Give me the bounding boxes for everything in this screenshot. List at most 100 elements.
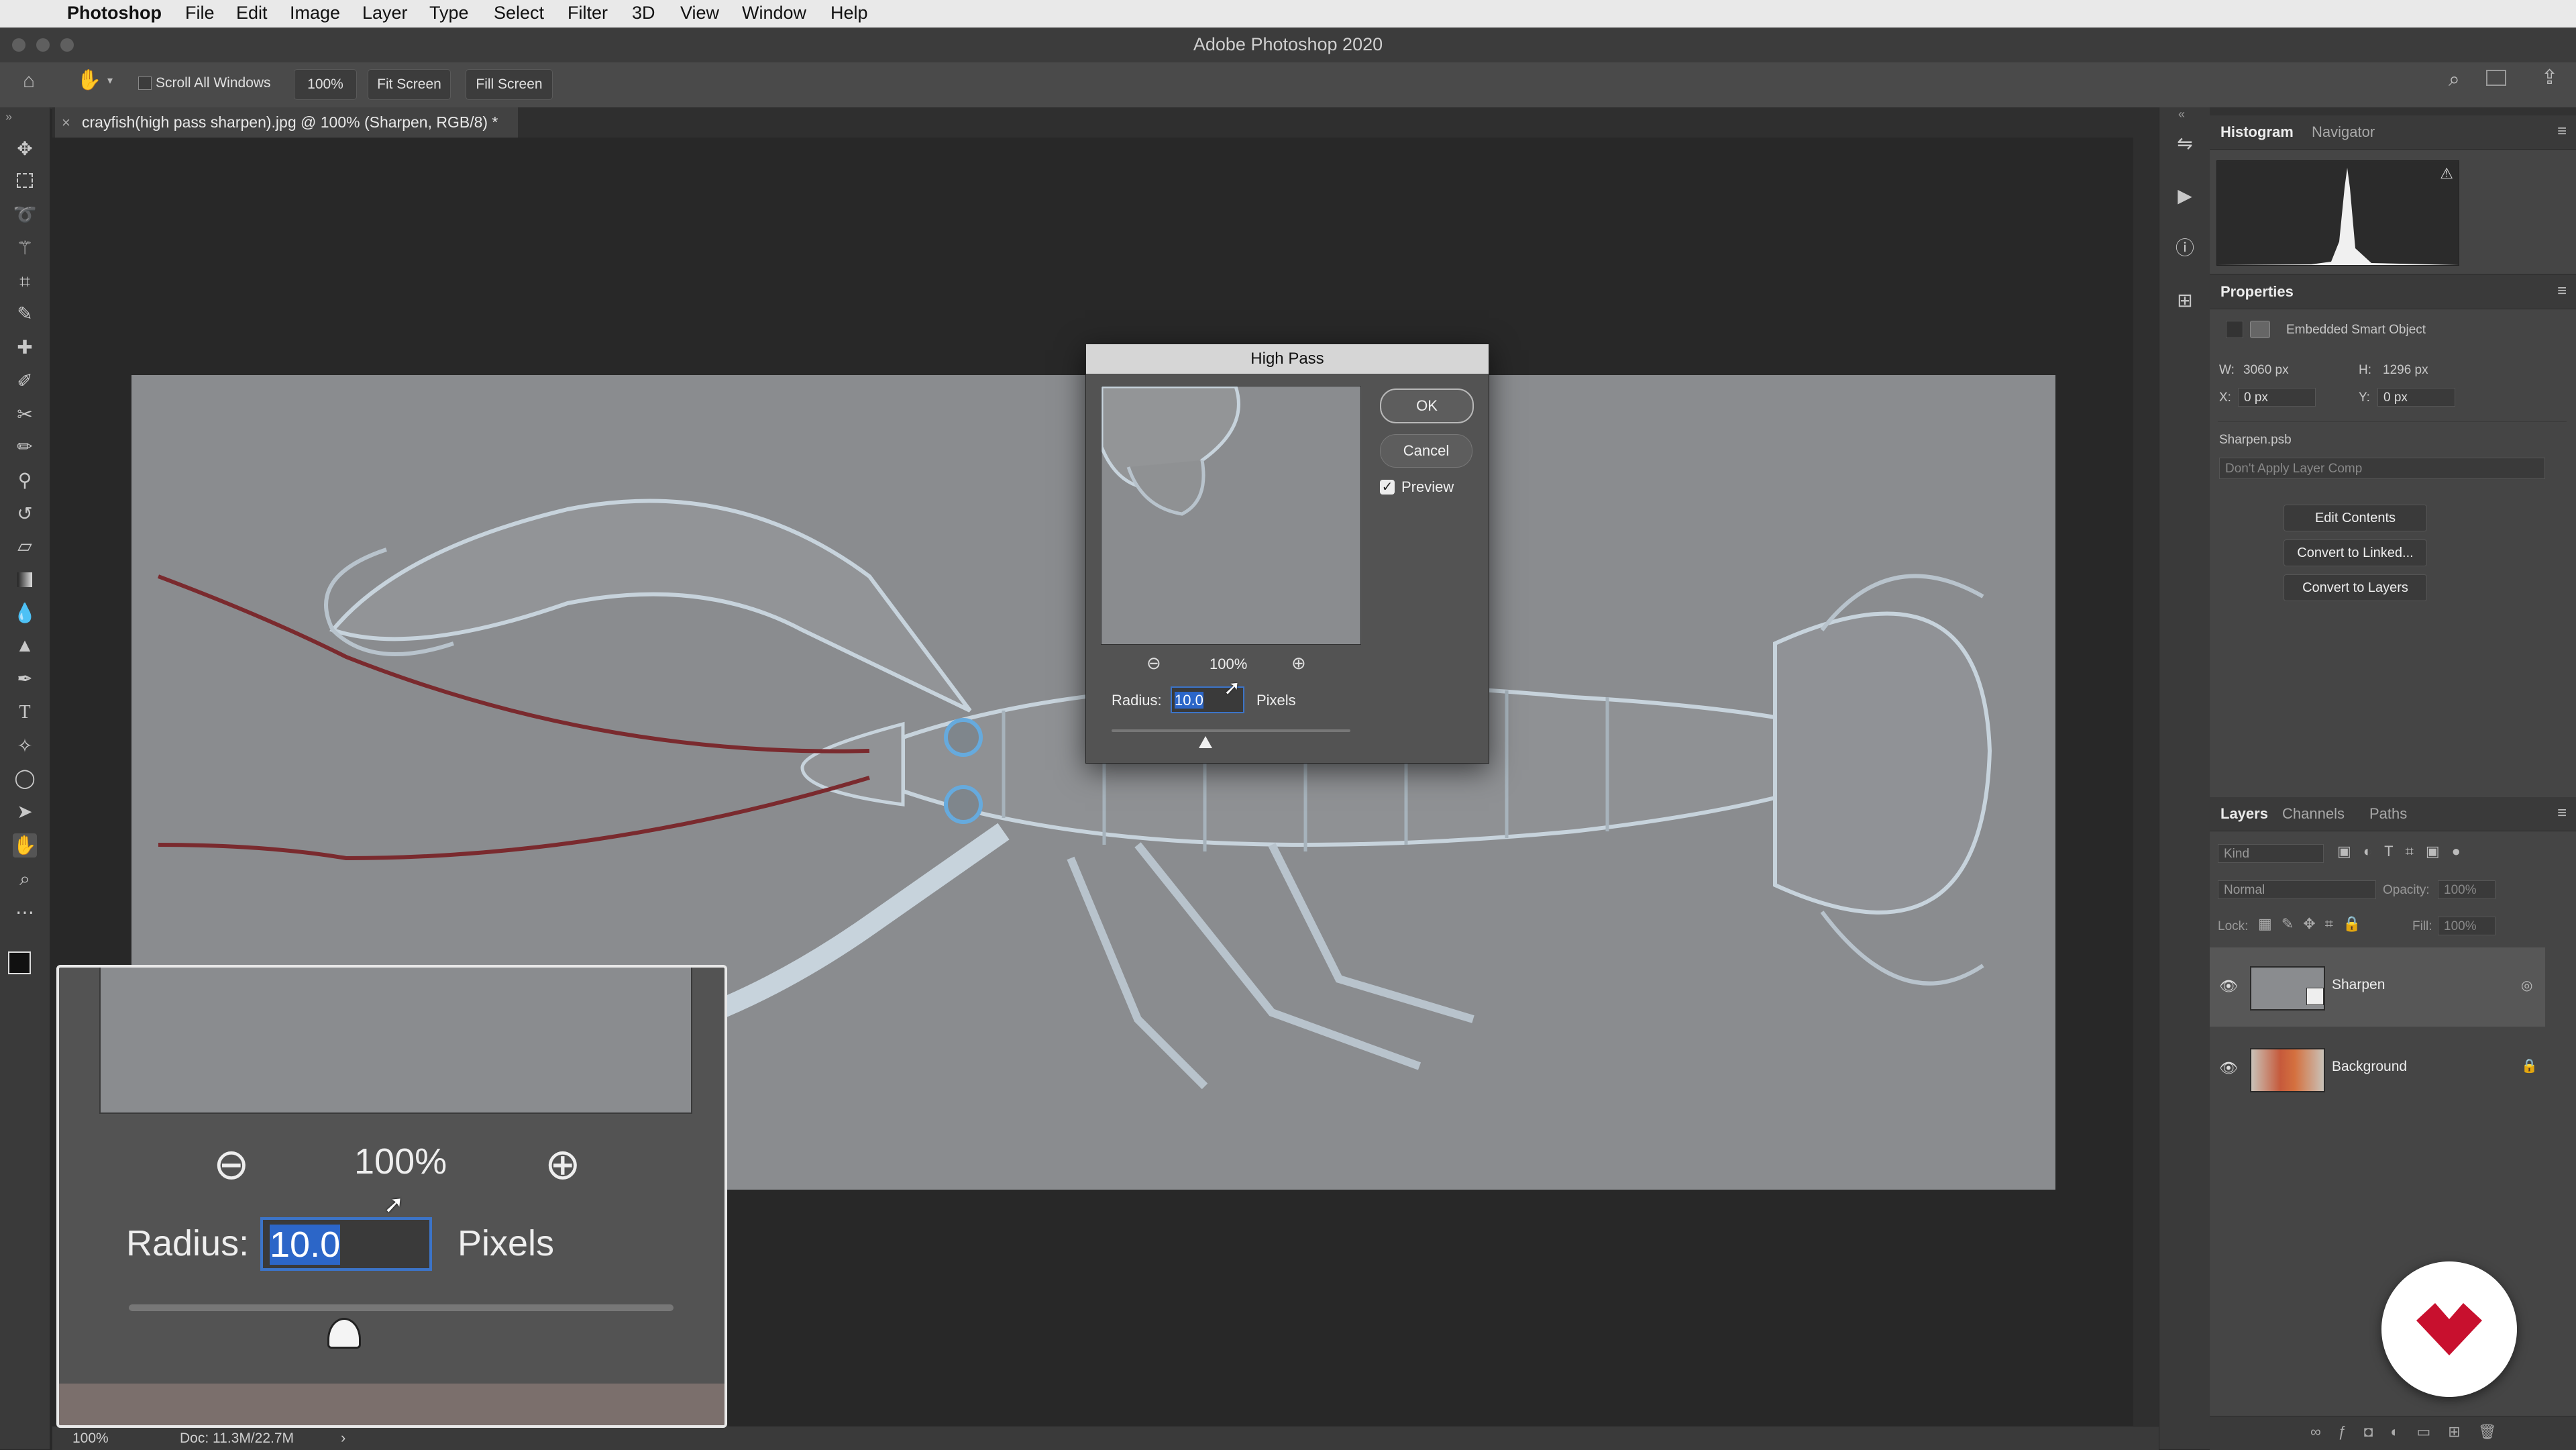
layer-filter-select[interactable]: Kind [2218,844,2324,863]
warning-icon[interactable]: ⚠ [2440,165,2453,183]
menu-window[interactable]: Window [742,3,806,23]
tab-channels[interactable]: Channels [2282,805,2345,823]
libraries-icon[interactable]: ⊞ [2173,289,2197,313]
tab-layers[interactable]: Layers [2220,805,2268,823]
clone-stamp-tool-icon[interactable]: ⚲ [13,468,37,493]
panel-menu-icon[interactable]: ≡ [2557,804,2567,823]
menu-type[interactable]: Type [429,3,469,23]
adjustments-icon[interactable]: ⇋ [2173,132,2197,156]
tab-histogram[interactable]: Histogram [2220,123,2294,141]
share-icon[interactable]: ⇪ [2541,66,2558,89]
hand-tool-icon[interactable]: ✋ [76,68,101,92]
fill-screen-button[interactable]: Fill Screen [466,69,553,100]
smart-filter-icon[interactable]: ◎ [2521,977,2532,994]
gradient-tool-icon[interactable] [13,568,37,592]
x-input[interactable]: 0 px [2238,388,2316,407]
height-value[interactable]: 1296 px [2383,363,2428,378]
info-icon[interactable]: ⓘ [2173,236,2197,260]
panel-menu-icon[interactable]: ≡ [2557,122,2567,141]
pencil-tool-icon[interactable]: ✏ [13,435,37,459]
lasso-tool-icon[interactable]: ➰ [13,203,37,227]
direct-selection-tool-icon[interactable]: ➤ [13,800,37,824]
zoom-tool-icon[interactable]: ⌕ [13,867,37,891]
vertical-scrollbar[interactable] [2133,138,2159,1426]
chevron-down-icon[interactable]: ▾ [107,74,113,87]
visibility-eye-icon[interactable]: 👁 [2219,978,2238,995]
layer-actions-icons[interactable]: ∞ƒ◘◐▭⊞🗑 [2310,1423,2514,1441]
menu-select[interactable]: Select [494,3,544,23]
convert-to-layers-button[interactable]: Convert to Layers [2284,574,2427,601]
document-tab[interactable]: × crayfish(high pass sharpen).jpg @ 100%… [55,107,518,138]
fill-input[interactable]: 100% [2438,917,2496,935]
close-tab-icon[interactable]: × [62,107,70,138]
menu-image[interactable]: Image [290,3,340,23]
zoom-out-icon[interactable]: ⊖ [1146,653,1161,674]
path-selection-tool-icon[interactable]: ✧ [13,734,37,758]
menu-file[interactable]: File [185,3,215,23]
convert-to-linked-button[interactable]: Convert to Linked... [2284,539,2427,566]
layer-filter-icons[interactable]: ▣◐T⌗▣● [2337,843,2473,860]
callout-preview [99,968,692,1114]
layer-mask-icon[interactable] [2250,321,2270,338]
fit-screen-button[interactable]: Fit Screen [368,69,451,100]
opacity-input[interactable]: 100% [2438,880,2496,899]
menu-layer[interactable]: Layer [362,3,408,23]
healing-brush-tool-icon[interactable]: ✚ [13,335,37,360]
ellipse-tool-icon[interactable]: ◯ [13,766,37,790]
crop-tool-icon[interactable]: ⌗ [13,270,37,294]
hand-tool-icon[interactable]: ✋ [13,833,37,858]
dialog-preview[interactable] [1101,386,1361,645]
brush-tool-icon[interactable]: ✐ [13,369,37,393]
home-icon[interactable]: ⌂ [23,70,35,93]
layer-row-sharpen[interactable]: 👁 Sharpen ◎ [2210,947,2545,1027]
layer-row-background[interactable]: 👁 Background 🔒 [2210,1029,2545,1108]
lock-icon[interactable]: 🔒 [2521,1057,2538,1074]
collapse-icon[interactable]: » [5,110,12,124]
pen-tool-icon[interactable]: ✒ [13,667,37,691]
tab-paths[interactable]: Paths [2369,805,2407,823]
radius-slider-track[interactable] [1112,729,1350,732]
move-tool-icon[interactable]: ✥ [13,137,37,161]
collapse-icon[interactable]: « [2178,107,2185,121]
preview-checkbox[interactable]: ✓ [1380,480,1395,495]
panel-menu-icon[interactable]: ≡ [2557,282,2567,301]
foreground-color-swatch[interactable] [8,951,31,974]
zoom-in-icon[interactable]: ⊕ [1291,653,1306,674]
layer-comp-select[interactable]: Don't Apply Layer Comp [2219,458,2545,479]
search-icon[interactable]: ⌕ [2449,68,2460,91]
menu-edit[interactable]: Edit [236,3,268,23]
history-brush-tool-icon[interactable]: ↺ [13,502,37,526]
type-tool-icon[interactable]: T [13,701,37,725]
lock-icons[interactable]: ▦✎✥⌗🔒 [2258,915,2370,933]
menu-view[interactable]: View [680,3,719,23]
layer-name[interactable]: Sharpen [2332,977,2385,993]
visibility-eye-icon[interactable]: 👁 [2219,1059,2238,1077]
zoom-100-button[interactable]: 100% [294,69,357,100]
blur-tool-icon[interactable]: 💧 [13,601,37,625]
edit-contents-button[interactable]: Edit Contents [2284,505,2427,531]
actions-play-icon[interactable]: ▶ [2173,184,2197,208]
layer-name[interactable]: Background [2332,1059,2407,1075]
magic-wand-tool-icon[interactable]: ⚚ [13,236,37,260]
chevron-right-icon[interactable]: › [341,1429,345,1447]
workspace-icon[interactable] [2486,70,2506,86]
more-tools-icon[interactable]: ⋯ [13,900,37,925]
app-menu[interactable]: Photoshop [67,3,162,23]
marquee-tool-icon[interactable] [13,169,37,193]
ok-button[interactable]: OK [1380,389,1474,423]
menu-filter[interactable]: Filter [568,3,608,23]
radius-slider-thumb[interactable] [1199,736,1212,748]
y-input[interactable]: 0 px [2377,388,2455,407]
menu-help[interactable]: Help [830,3,868,23]
puppet-warp-tool-icon[interactable]: ✂ [13,403,37,427]
scroll-all-windows-checkbox[interactable] [138,76,152,90]
cancel-button[interactable]: Cancel [1380,434,1472,468]
status-zoom[interactable]: 100% [72,1431,109,1447]
blend-mode-select[interactable]: Normal [2218,880,2376,899]
eraser-tool-icon[interactable]: ▱ [13,534,37,558]
menu-3d[interactable]: 3D [632,3,655,23]
dodge-tool-icon[interactable]: ▲ [13,633,37,658]
tab-navigator[interactable]: Navigator [2312,123,2375,141]
eyedropper-tool-icon[interactable]: ✎ [13,302,37,326]
width-value[interactable]: 3060 px [2243,363,2289,378]
